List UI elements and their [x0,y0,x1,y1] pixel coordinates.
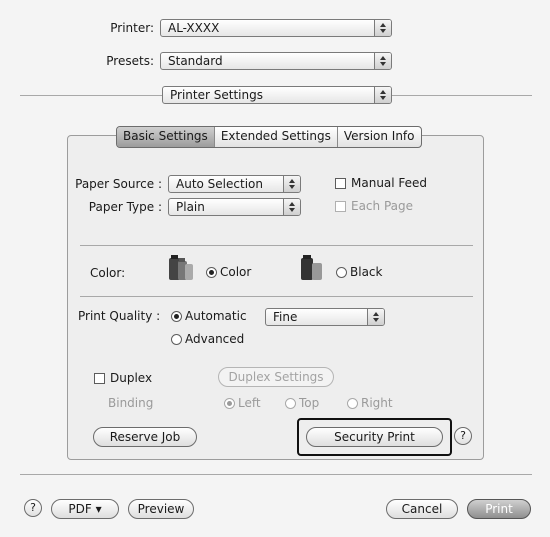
cancel-button[interactable]: Cancel [386,499,458,519]
presets-select-value: Standard [168,54,223,68]
panel-select[interactable]: Printer Settings [162,86,392,104]
black-ink-icon [300,254,330,285]
black-option-label: Black [350,265,383,279]
binding-top-radio[interactable] [285,398,296,409]
duplex-settings-button[interactable]: Duplex Settings [218,367,334,387]
updown-arrows-icon [374,20,391,36]
each-page-label: Each Page [351,199,414,213]
updown-arrows-icon [283,199,300,215]
panel-divider-right [392,95,532,96]
color-ink-icon [168,254,198,285]
updown-arrows-icon [367,309,384,325]
binding-right-radio[interactable] [347,398,358,409]
updown-arrows-icon [283,176,300,192]
color-option-label: Color [220,265,252,279]
paper-source-select[interactable]: Auto Selection [168,175,301,193]
updown-arrows-icon [374,87,391,103]
section-divider [80,296,473,297]
manual-feed-label: Manual Feed [351,176,428,190]
presets-label: Presets: [106,54,154,68]
tab-version-info[interactable]: Version Info [336,127,421,147]
settings-tabs: Basic Settings Extended Settings Version… [116,126,422,148]
quality-level-value: Fine [273,310,298,324]
advanced-radio[interactable] [171,334,182,345]
pdf-menu-button[interactable]: PDF ▾ [51,499,119,519]
help-button[interactable]: ? [24,499,42,517]
presets-select[interactable]: Standard [160,52,392,70]
print-button[interactable]: Print [467,499,531,519]
color-label: Color: [90,266,126,280]
panel-select-value: Printer Settings [170,88,263,102]
print-quality-label: Print Quality : [78,309,161,323]
color-radio[interactable] [206,267,217,278]
paper-type-value: Plain [176,200,205,214]
paper-type-select[interactable]: Plain [168,198,301,216]
paper-source-value: Auto Selection [176,177,263,191]
automatic-radio[interactable] [171,311,182,322]
binding-top-label: Top [299,396,320,410]
preview-button[interactable]: Preview [128,499,194,519]
duplex-checkbox[interactable] [94,373,105,384]
reserve-job-button[interactable]: Reserve Job [93,427,197,447]
printer-label: Printer: [110,21,154,35]
updown-arrows-icon [374,53,391,69]
paper-type-label: Paper Type : [88,200,162,214]
binding-left-radio[interactable] [224,398,235,409]
advanced-option-label: Advanced [185,332,245,346]
tab-basic-settings[interactable]: Basic Settings [117,127,214,147]
footer-divider [20,474,532,475]
black-radio[interactable] [336,267,347,278]
binding-left-label: Left [238,396,261,410]
binding-right-label: Right [361,396,393,410]
each-page-checkbox[interactable] [335,201,346,212]
quality-level-select[interactable]: Fine [265,308,385,326]
duplex-label: Duplex [110,371,153,385]
section-divider [80,245,473,246]
printer-select-value: AL-XXXX [168,21,220,35]
panel-divider-left [20,95,162,96]
security-print-button[interactable]: Security Print [306,427,443,447]
printer-select[interactable]: AL-XXXX [160,19,392,37]
tab-extended-settings[interactable]: Extended Settings [213,127,337,147]
manual-feed-checkbox[interactable] [335,178,346,189]
binding-label: Binding [108,396,154,410]
automatic-option-label: Automatic [185,309,247,323]
help-button-security[interactable]: ? [454,427,472,445]
paper-source-label: Paper Source : [75,177,162,191]
